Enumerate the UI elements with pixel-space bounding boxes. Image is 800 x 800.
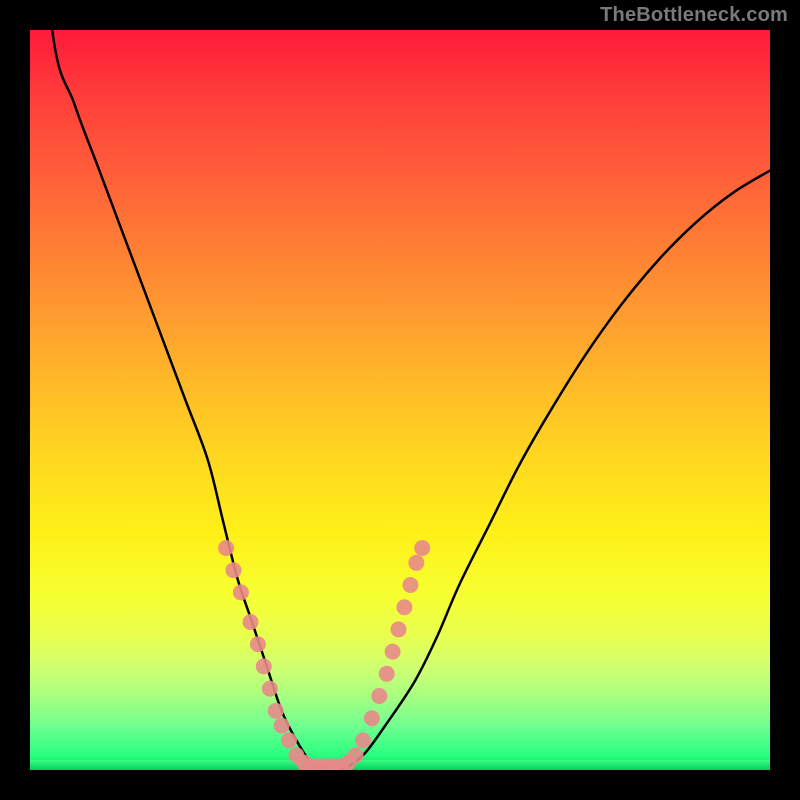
highlight-dot <box>355 732 371 748</box>
bottleneck-curve-path <box>30 30 770 770</box>
plot-area <box>30 30 770 770</box>
highlight-dot <box>385 644 401 660</box>
highlight-dot <box>218 540 234 556</box>
watermark-text: TheBottleneck.com <box>600 4 788 27</box>
highlight-dot <box>391 621 407 637</box>
chart-frame: TheBottleneck.com <box>0 0 800 800</box>
bottleneck-curve-svg <box>30 30 770 770</box>
highlight-dot <box>379 666 395 682</box>
highlight-dot <box>256 658 272 674</box>
highlight-dot <box>274 718 290 734</box>
highlight-dot <box>408 555 424 571</box>
highlight-dot <box>414 540 430 556</box>
highlight-dots-group <box>218 540 430 770</box>
highlight-dot <box>262 681 278 697</box>
highlight-dot <box>233 584 249 600</box>
highlight-dot <box>281 732 297 748</box>
highlight-dot <box>243 614 259 630</box>
highlight-dot <box>250 636 266 652</box>
highlight-dot <box>396 599 412 615</box>
highlight-dot <box>364 710 380 726</box>
highlight-dot <box>402 577 418 593</box>
highlight-dot <box>371 688 387 704</box>
highlight-dot <box>348 747 364 763</box>
highlight-dot <box>226 562 242 578</box>
highlight-dot <box>268 703 284 719</box>
